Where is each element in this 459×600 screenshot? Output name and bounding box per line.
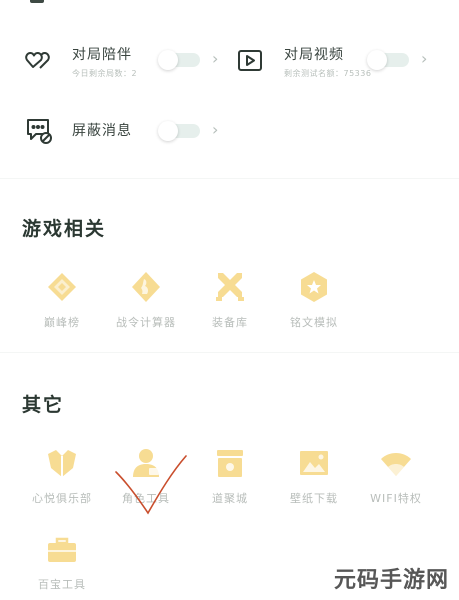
- setting-video-subtitle: 剩余测试名额：75336: [284, 69, 372, 78]
- watermark: 元码手游网: [333, 568, 449, 593]
- tile-peak-rank-label: 巅峰榜: [44, 316, 80, 329]
- tile-club-label: 心悦俱乐部: [32, 492, 92, 505]
- heart-badge-icon: [48, 450, 76, 477]
- toggle-knob: [367, 50, 387, 70]
- tile-role-tools-label: 角色工具: [122, 492, 170, 505]
- heart-pair-icon: [24, 46, 54, 76]
- setting-block-title: 屏蔽消息: [72, 123, 132, 139]
- tile-wallpaper[interactable]: 壁纸下载: [274, 446, 354, 506]
- setting-video[interactable]: 对局视频 剩余测试名额：75336: [236, 46, 371, 79]
- setting-video-title: 对局视频: [284, 47, 344, 63]
- divider: [0, 352, 459, 353]
- tile-toolbox-label: 百宝工具: [38, 578, 86, 591]
- block-toggle[interactable]: [158, 121, 200, 141]
- tile-club[interactable]: 心悦俱乐部: [22, 446, 102, 506]
- chevron-right-icon[interactable]: ›: [212, 122, 218, 138]
- crossed-swords-icon: [216, 273, 244, 301]
- tile-wifi-label: WIFI特权: [370, 492, 422, 505]
- tile-wifi[interactable]: WIFI特权: [356, 446, 436, 506]
- tile-peak-rank[interactable]: 巅峰榜: [22, 270, 102, 330]
- section-title-games: 游戏相关: [22, 218, 107, 240]
- setting-companion-title: 对局陪伴: [72, 47, 132, 63]
- toggle-knob: [158, 121, 178, 141]
- video-toggle[interactable]: [367, 50, 409, 70]
- tile-role-tools[interactable]: 角色工具: [106, 446, 186, 506]
- diamond-icon: [48, 273, 76, 301]
- tile-wallpaper-label: 壁纸下载: [290, 492, 338, 505]
- tile-equipment-label: 装备库: [212, 316, 248, 329]
- top-edge-fragment: [30, 0, 44, 3]
- tile-toolbox[interactable]: 百宝工具: [22, 532, 102, 592]
- toolbox-icon: [48, 537, 76, 562]
- chevron-right-icon[interactable]: ›: [212, 51, 218, 67]
- person-icon: [133, 449, 159, 477]
- toggle-knob: [158, 50, 178, 70]
- hexagon-star-icon: [301, 272, 327, 302]
- tile-daojucheng-label: 道聚城: [212, 492, 248, 505]
- tile-equipment[interactable]: 装备库: [190, 270, 270, 330]
- image-icon: [300, 451, 328, 475]
- play-icon: [236, 46, 266, 76]
- shop-icon: [217, 450, 243, 477]
- tile-daojucheng[interactable]: 道聚城: [190, 446, 270, 506]
- setting-companion-subtitle: 今日剩余局数：2: [72, 69, 138, 78]
- message-block-icon: [24, 116, 54, 146]
- tile-pass-calculator[interactable]: 战令计算器: [106, 270, 186, 330]
- tile-pass-calculator-label: 战令计算器: [116, 316, 176, 329]
- setting-companion[interactable]: 对局陪伴 今日剩余局数：2: [24, 46, 137, 79]
- wifi-icon: [381, 453, 411, 476]
- rabbit-icon: [132, 272, 160, 302]
- companion-toggle[interactable]: [158, 50, 200, 70]
- chevron-right-icon[interactable]: ›: [421, 51, 427, 67]
- setting-block-messages[interactable]: 屏蔽消息: [24, 116, 132, 146]
- tile-inscription[interactable]: 铭文模拟: [274, 270, 354, 330]
- tile-inscription-label: 铭文模拟: [290, 316, 338, 329]
- section-title-others: 其它: [22, 394, 65, 416]
- divider: [0, 178, 459, 179]
